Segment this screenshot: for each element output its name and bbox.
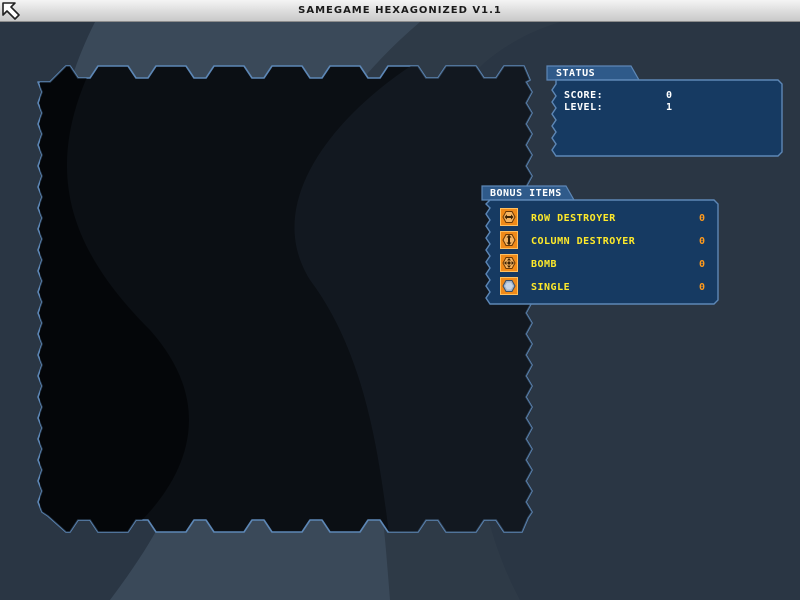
single-icon: [502, 280, 516, 292]
game-board-layer: [37, 65, 783, 533]
single-count: 0: [699, 282, 706, 293]
row-destroyer-label: ROW DESTROYER: [531, 213, 616, 224]
bomb-icon: [502, 257, 516, 269]
column-destroyer-button[interactable]: [500, 231, 518, 249]
bomb-count: 0: [699, 259, 706, 270]
single-button[interactable]: [500, 277, 518, 295]
row-destroyer-icon: [502, 211, 516, 223]
status-panel-title: STATUS: [556, 68, 596, 79]
level-value: 1: [666, 102, 673, 113]
bomb-button[interactable]: [500, 254, 518, 272]
column-destroyer-icon: [502, 234, 516, 246]
score-value: 0: [666, 90, 673, 101]
level-label: LEVEL:: [564, 102, 604, 113]
row-destroyer-count: 0: [699, 213, 706, 224]
single-label: SINGLE: [531, 282, 571, 293]
score-label: SCORE:: [564, 90, 604, 101]
row-destroyer-button[interactable]: [500, 208, 518, 226]
column-destroyer-label: COLUMN DESTROYER: [531, 236, 636, 247]
bomb-label: BOMB: [531, 259, 558, 270]
bonus-items-title: BONUS ITEMS: [490, 188, 562, 199]
column-destroyer-count: 0: [699, 236, 706, 247]
